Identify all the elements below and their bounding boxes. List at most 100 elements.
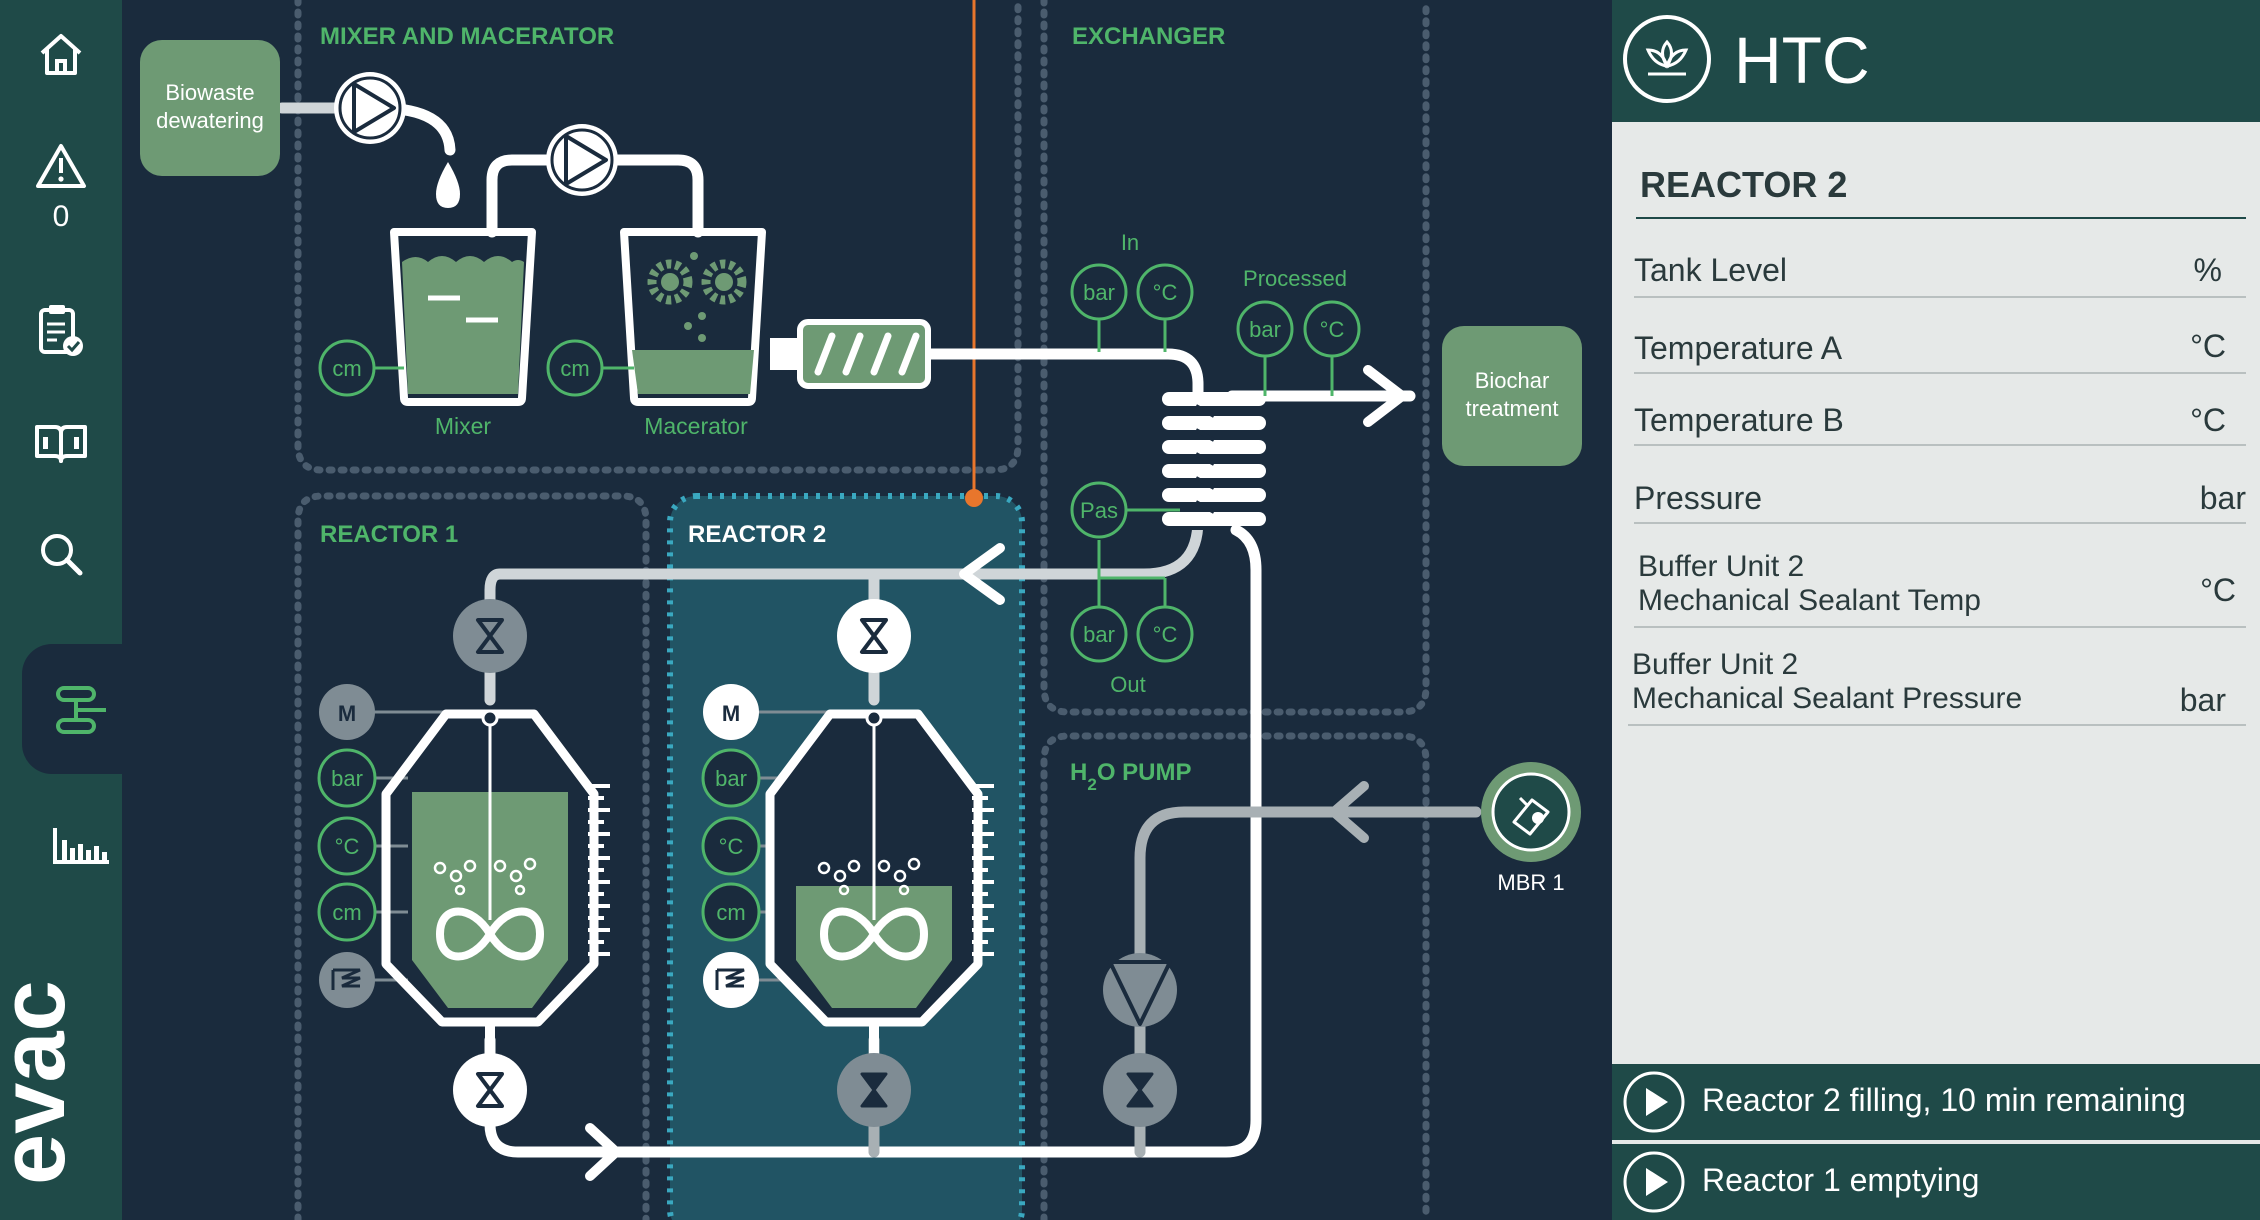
sensor-processed-temperature[interactable]: °C	[1303, 300, 1361, 358]
row-label-line2: Mechanical Sealant Temp	[1638, 584, 1981, 617]
reactor2-heater[interactable]	[703, 952, 759, 1008]
sensor-mixer-level[interactable]: cm	[318, 339, 376, 397]
exchanger-out-label: Out	[1110, 672, 1145, 697]
section-label-exchanger: EXCHANGER	[1072, 23, 1225, 50]
sidebar: 0 evac	[0, 0, 122, 1220]
status-reactor2-filling[interactable]: Reactor 2 filling, 10 min remaining	[1612, 1064, 2260, 1140]
nav-process[interactable]	[42, 660, 122, 760]
sensor-macerator-level[interactable]: cm	[546, 339, 604, 397]
row-label: Temperature A	[1634, 330, 1843, 366]
search-icon	[41, 534, 83, 576]
bar-chart-icon	[53, 828, 109, 864]
orange-indicator-dot	[965, 489, 983, 507]
row-unit: °C	[2190, 328, 2226, 364]
svg-text:bar: bar	[1083, 280, 1115, 305]
status-text: Reactor 1 emptying	[1702, 1162, 1980, 1198]
nav-manual[interactable]	[0, 392, 122, 492]
reactor1-temperature-sensor[interactable]: °C	[317, 816, 377, 876]
mbr1-label: MBR 1	[1497, 870, 1564, 895]
svg-text:bar: bar	[715, 766, 747, 791]
reactor2-pressure-sensor[interactable]: bar	[701, 748, 761, 808]
exchanger-processed-label: Processed	[1243, 266, 1347, 291]
sensor-out-pressure[interactable]: bar	[1070, 605, 1128, 663]
row-label: Pressure	[1634, 480, 1763, 516]
sensor-viscosity[interactable]: Pas	[1070, 481, 1128, 539]
manual-book-icon	[35, 425, 87, 463]
reactor1-inlet-valve[interactable]	[453, 599, 527, 673]
reactor1-level-sensor[interactable]: cm	[317, 882, 377, 942]
feed-pump-1[interactable]	[334, 72, 406, 144]
app-window: 0 evac MIXER AND MACERATOR EXCHANGER REA…	[0, 0, 2260, 1220]
status-reactor1-emptying[interactable]: Reactor 1 emptying	[1612, 1144, 2260, 1220]
row-buffer-sealant-temp-unit: °C	[2200, 572, 2236, 608]
brand-name: evac	[4, 980, 84, 1185]
sensor-in-temperature[interactable]: °C	[1136, 263, 1194, 321]
evac-logo: evac	[4, 980, 84, 1185]
svg-text:bar: bar	[1083, 622, 1115, 647]
exchanger-in-label: In	[1121, 230, 1139, 255]
feed-pump-2[interactable]	[546, 124, 618, 196]
section-label-reactor2: REACTOR 2	[688, 521, 826, 548]
reactor1-outlet-valve[interactable]	[453, 1053, 527, 1127]
reactor2-temperature-sensor[interactable]: °C	[701, 816, 761, 876]
svg-text:cm: cm	[332, 900, 361, 925]
nav-search[interactable]	[0, 504, 122, 604]
biochar-label-line2: treatment	[1466, 396, 1559, 421]
sensor-out-temperature[interactable]: °C	[1136, 605, 1194, 663]
reactor2-level-sensor[interactable]: cm	[701, 882, 761, 942]
htc-leaf-icon	[1623, 15, 1711, 103]
warning-icon	[36, 144, 86, 188]
mbr1-unit[interactable]	[1481, 762, 1581, 862]
reactor2-inlet-valve[interactable]	[837, 599, 911, 673]
panel-header: HTC	[1612, 0, 2260, 122]
section-label-reactor1: REACTOR 1	[320, 521, 458, 548]
svg-text:°C: °C	[335, 834, 360, 859]
section-label-mixer-macerator: MIXER AND MACERATOR	[320, 23, 614, 50]
svg-text:Pas: Pas	[1080, 498, 1118, 523]
h2o-valve[interactable]	[1103, 1053, 1177, 1127]
row-label: Temperature B	[1634, 402, 1844, 438]
macerator-label: Macerator	[644, 413, 748, 439]
nav-statistics[interactable]	[40, 796, 122, 896]
mixer-label: Mixer	[435, 413, 492, 439]
row-temperature-b: Temperature B °C	[1634, 398, 2246, 446]
play-icon	[1623, 1071, 1685, 1133]
biowaste-label-line2: dewatering	[156, 108, 264, 133]
play-icon	[1623, 1151, 1685, 1213]
row-buffer-sealant-pressure: Buffer Unit 2 Mechanical Sealant Pressur…	[1628, 646, 2246, 726]
panel-title: HTC	[1734, 23, 1870, 97]
nav-checklist[interactable]	[0, 280, 122, 380]
sensor-processed-pressure[interactable]: bar	[1236, 300, 1294, 358]
reactor1-motor[interactable]: M	[319, 684, 375, 740]
section-divider	[1636, 217, 2246, 219]
reactor1-pressure-sensor[interactable]: bar	[317, 748, 377, 808]
svg-text:M: M	[338, 701, 356, 726]
svg-text:cm: cm	[560, 356, 589, 381]
alarm-count: 0	[52, 200, 70, 233]
svg-text:cm: cm	[332, 356, 361, 381]
svg-text:°C: °C	[1153, 280, 1178, 305]
row-tank-level: Tank Level %	[1634, 248, 2246, 298]
row-temperature-a: Temperature A °C	[1634, 326, 2246, 374]
row-unit: bar	[2199, 480, 2246, 516]
section-title: REACTOR 2	[1640, 164, 1848, 205]
svg-text:°C: °C	[1153, 622, 1178, 647]
biowaste-label-line1: Biowaste	[165, 80, 254, 105]
clipboard-check-icon	[39, 305, 83, 356]
svg-text:cm: cm	[716, 900, 745, 925]
biochar-label-line1: Biochar	[1475, 368, 1550, 393]
row-label-line1: Buffer Unit 2	[1632, 648, 1799, 681]
sensor-in-pressure[interactable]: bar	[1070, 263, 1128, 321]
row-label: Tank Level	[1634, 252, 1787, 288]
nav-home[interactable]	[0, 4, 122, 104]
row-unit: °C	[2190, 402, 2226, 438]
reactor2-motor[interactable]: M	[703, 684, 759, 740]
details-panel: HTC REACTOR 2 Tank Level % Temperature A…	[1612, 0, 2260, 1220]
svg-text:°C: °C	[1320, 317, 1345, 342]
reactor1-heater[interactable]	[319, 952, 375, 1008]
svg-text:°C: °C	[719, 834, 744, 859]
svg-text:bar: bar	[1249, 317, 1281, 342]
h2o-pump[interactable]	[1103, 953, 1177, 1027]
row-label-line1: Buffer Unit 2	[1638, 550, 1805, 583]
reactor2-outlet-valve[interactable]	[837, 1053, 911, 1127]
